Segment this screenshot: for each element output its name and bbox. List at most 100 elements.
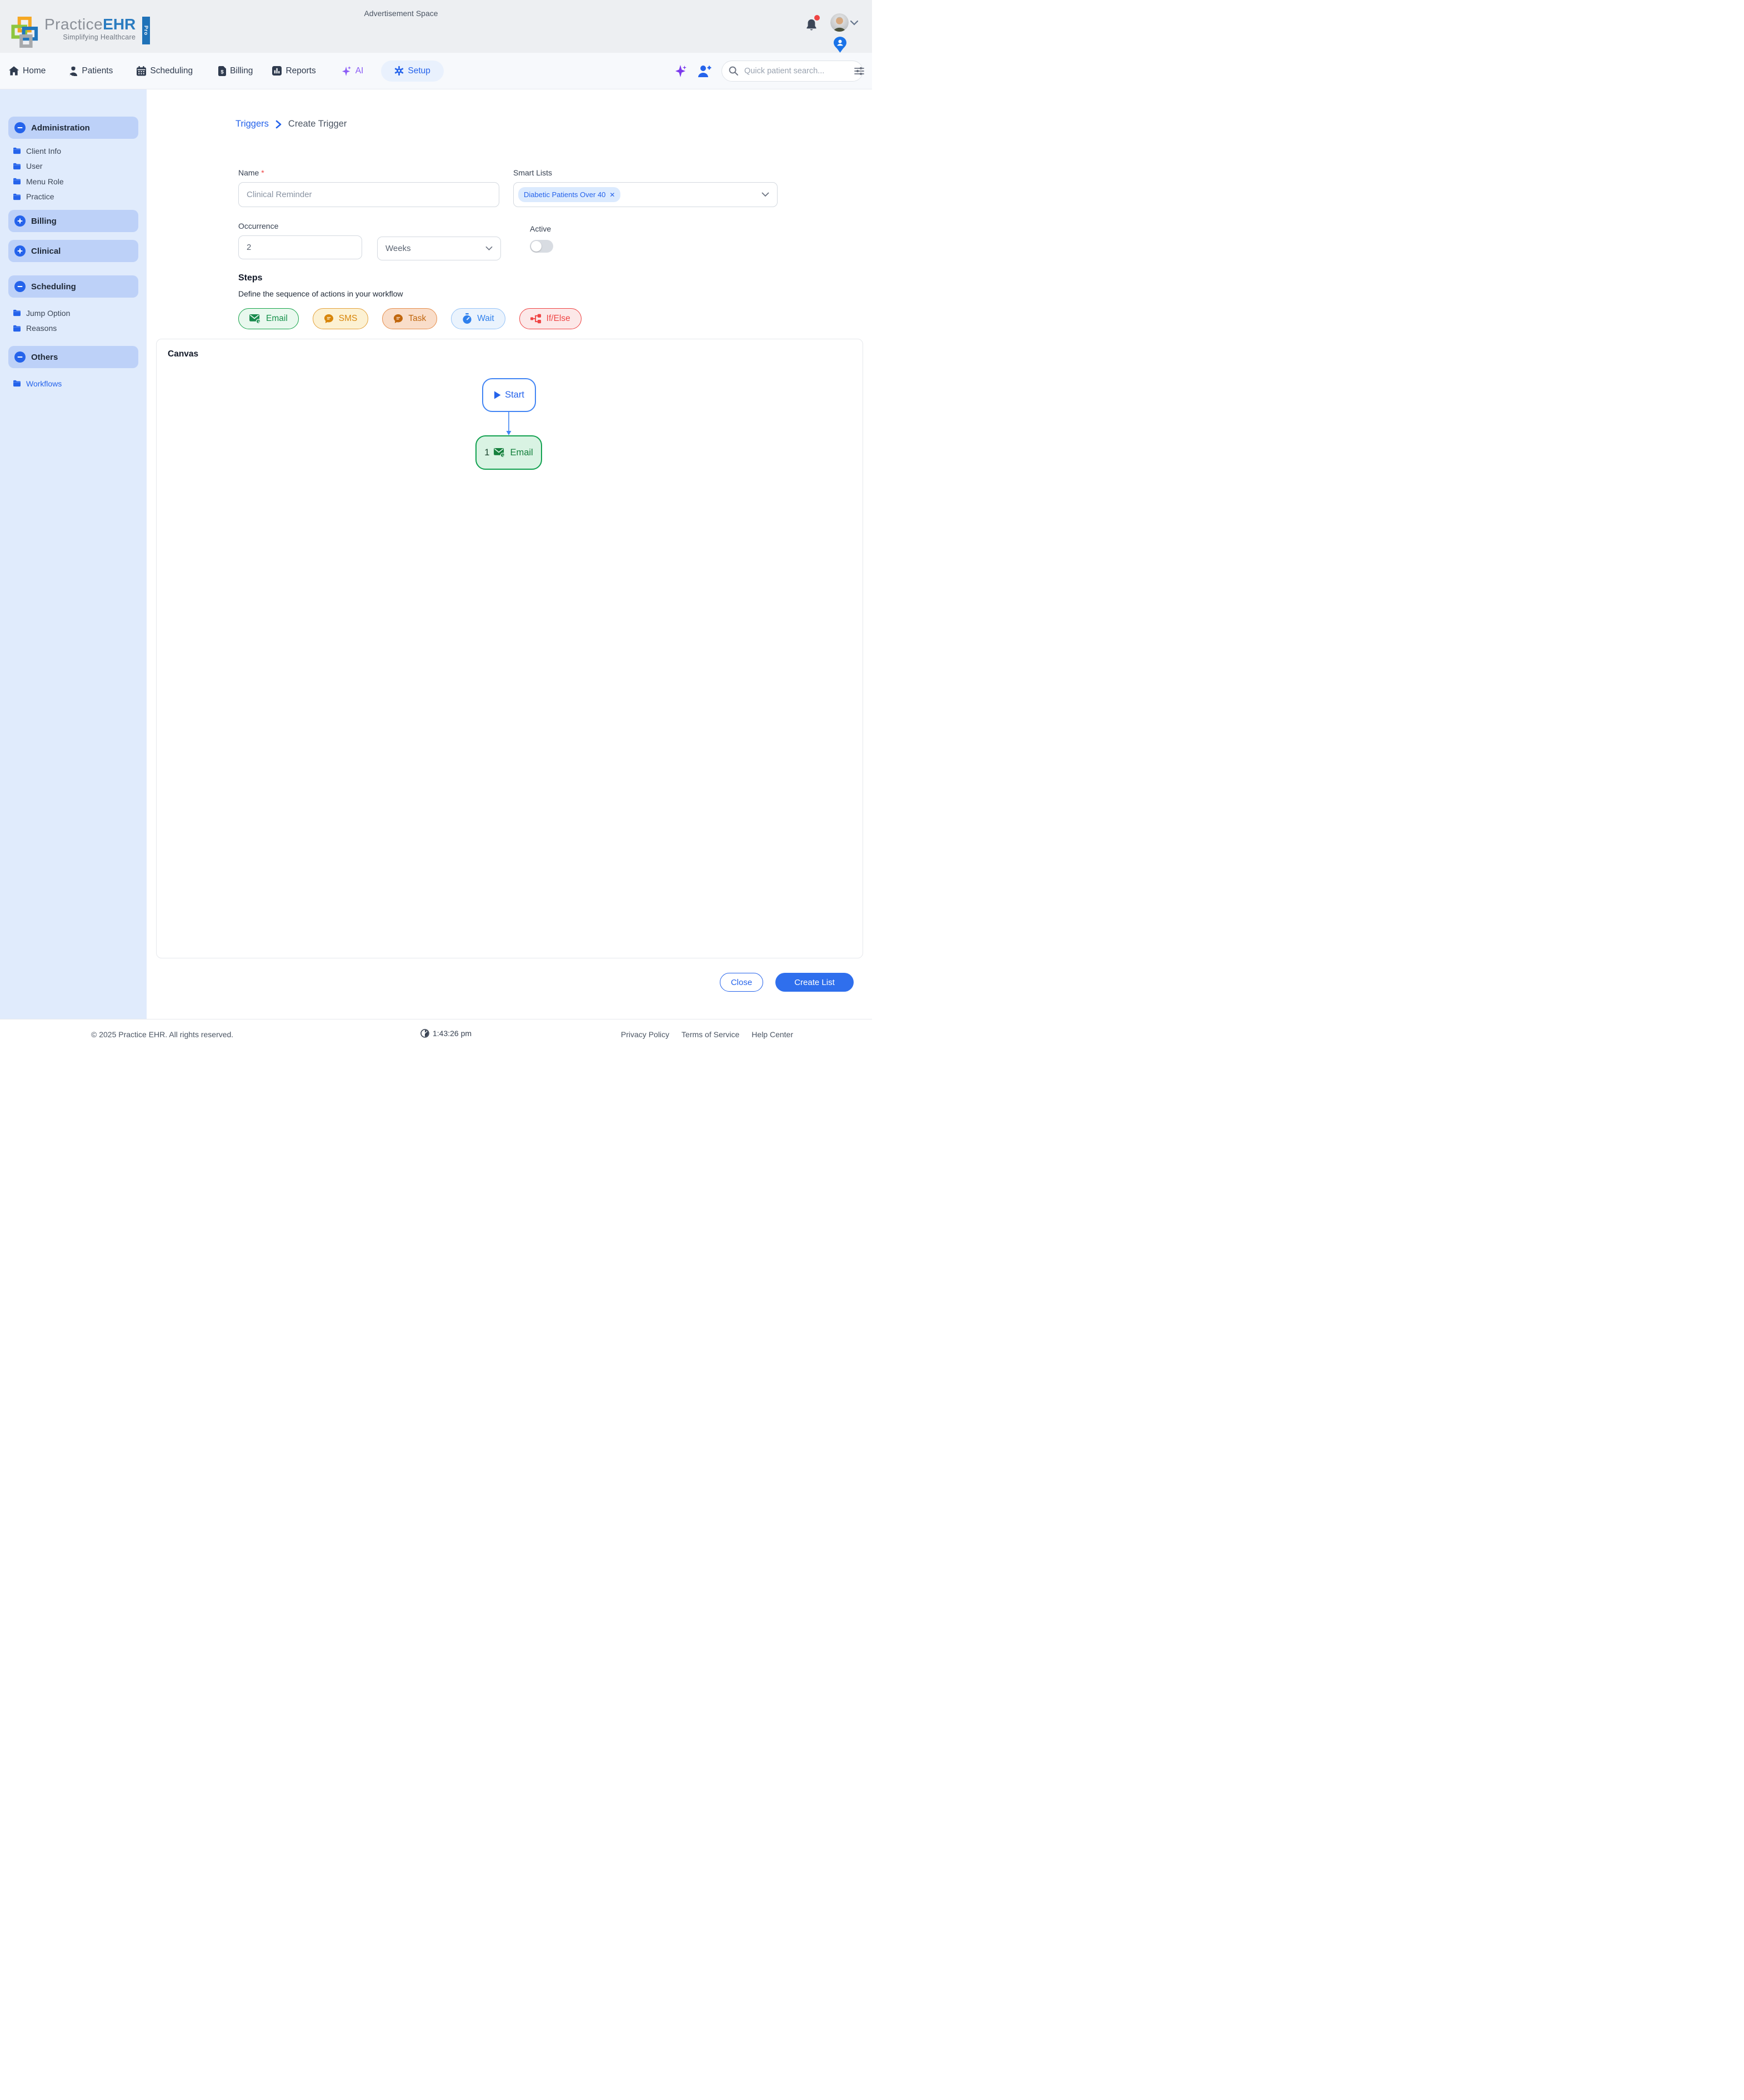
main-content: Triggers Create Trigger Name * Smart Lis… bbox=[147, 89, 872, 1019]
sidebar-section-billing[interactable]: Billing bbox=[8, 210, 138, 232]
sidebar-item-practice[interactable]: Practice bbox=[13, 189, 138, 205]
chip-remove-icon[interactable]: ✕ bbox=[609, 191, 615, 199]
user-menu-chevron-icon[interactable] bbox=[850, 20, 859, 26]
nav-label: Patients bbox=[82, 66, 113, 76]
close-button[interactable]: Close bbox=[720, 973, 763, 992]
sidebar-item-user[interactable]: User bbox=[13, 159, 138, 174]
folder-icon bbox=[13, 163, 21, 170]
step-label: Wait bbox=[477, 314, 494, 324]
create-list-button[interactable]: Create List bbox=[775, 973, 854, 992]
quick-patient-search[interactable] bbox=[721, 61, 863, 82]
workflow-node-start[interactable]: Start bbox=[482, 378, 536, 412]
active-toggle[interactable] bbox=[530, 240, 553, 253]
step-sms-button[interactable]: SMS bbox=[313, 308, 369, 329]
sidebar-item-label: User bbox=[26, 162, 43, 170]
setup-sidebar: Administration Client Info User Menu Rol… bbox=[0, 89, 147, 1019]
nav-item-ai[interactable]: AI bbox=[342, 66, 364, 77]
logo-tagline: Simplifying Healthcare bbox=[44, 33, 136, 41]
step-email-button[interactable]: Email bbox=[238, 308, 299, 329]
nav-item-home[interactable]: Home bbox=[9, 66, 46, 76]
reports-icon bbox=[272, 66, 282, 76]
nav-label: Reports bbox=[285, 66, 315, 76]
search-icon bbox=[729, 66, 738, 76]
sidebar-section-others[interactable]: Others bbox=[8, 346, 138, 368]
help-center-link[interactable]: Help Center bbox=[751, 1030, 793, 1039]
workflow-canvas[interactable]: Canvas Start 1 bbox=[156, 339, 863, 958]
smart-lists-select[interactable]: Diabetic Patients Over 40 ✕ bbox=[513, 182, 778, 207]
home-icon bbox=[9, 66, 19, 76]
expand-plus-icon[interactable] bbox=[14, 245, 26, 257]
sidebar-section-clinical[interactable]: Clinical bbox=[8, 240, 138, 262]
sidebar-item-label: Reasons bbox=[26, 324, 57, 333]
chip-label: Diabetic Patients Over 40 bbox=[524, 190, 605, 199]
email-icon bbox=[494, 448, 505, 458]
smart-lists-label: Smart Lists bbox=[513, 168, 778, 177]
logo-ehr-text: EHR bbox=[103, 17, 136, 32]
folder-icon bbox=[13, 147, 21, 154]
sidebar-item-menu-role[interactable]: Menu Role bbox=[13, 174, 138, 189]
section-label: Clinical bbox=[31, 247, 61, 256]
section-label: Others bbox=[31, 353, 58, 362]
user-avatar[interactable] bbox=[830, 13, 849, 32]
occurrence-value-input[interactable] bbox=[238, 235, 362, 259]
collapse-minus-icon[interactable] bbox=[14, 122, 26, 133]
folder-icon bbox=[13, 193, 21, 200]
sidebar-section-scheduling[interactable]: Scheduling bbox=[8, 275, 138, 298]
step-ifelse-button[interactable]: If/Else bbox=[519, 308, 582, 329]
notifications-bell-icon[interactable] bbox=[805, 18, 818, 32]
folder-icon bbox=[13, 309, 21, 316]
nav-label: AI bbox=[355, 66, 364, 76]
sidebar-item-label: Client Info bbox=[26, 147, 61, 155]
workflow-node-email[interactable]: 1 Email bbox=[475, 435, 542, 470]
expand-plus-icon[interactable] bbox=[14, 215, 26, 227]
nav-item-patients[interactable]: Patients bbox=[69, 66, 113, 76]
smart-list-chip: Diabetic Patients Over 40 ✕ bbox=[518, 187, 620, 202]
step-label: SMS bbox=[339, 314, 358, 324]
section-label: Billing bbox=[31, 217, 57, 226]
sidebar-item-label: Jump Option bbox=[26, 309, 70, 318]
toggle-knob bbox=[531, 241, 542, 252]
practice-ehr-logo[interactable]: PracticeEHR Simplifying Healthcare Pro bbox=[11, 17, 150, 48]
sidebar-item-reasons[interactable]: Reasons bbox=[13, 321, 138, 336]
privacy-policy-link[interactable]: Privacy Policy bbox=[621, 1030, 669, 1039]
nav-label: Setup bbox=[408, 66, 430, 76]
search-input[interactable] bbox=[743, 66, 849, 76]
terms-of-service-link[interactable]: Terms of Service bbox=[681, 1030, 739, 1039]
logo-text: PracticeEHR Simplifying Healthcare bbox=[44, 17, 136, 41]
nav-item-scheduling[interactable]: Scheduling bbox=[137, 66, 193, 76]
node-index: 1 bbox=[484, 448, 489, 458]
sidebar-item-workflows[interactable]: Workflows bbox=[13, 376, 138, 391]
steps-section: Steps Define the sequence of actions in … bbox=[238, 273, 582, 329]
step-task-button[interactable]: Task bbox=[382, 308, 437, 329]
occurrence-unit-select[interactable]: Weeks bbox=[377, 237, 501, 260]
occurrence-unit-value: Weeks bbox=[385, 244, 411, 253]
sidebar-section-administration[interactable]: Administration bbox=[8, 117, 138, 139]
sparkle-icon[interactable] bbox=[674, 64, 688, 78]
advertisement-space: Advertisement Space bbox=[364, 9, 438, 18]
filter-sliders-icon[interactable] bbox=[854, 67, 864, 76]
folder-icon bbox=[13, 325, 21, 332]
nav-label: Billing bbox=[230, 66, 253, 76]
time-text: 1:43:26 pm bbox=[433, 1029, 472, 1038]
step-wait-button[interactable]: Wait bbox=[451, 308, 505, 329]
nav-item-billing[interactable]: $ Billing bbox=[218, 66, 253, 76]
clock-icon bbox=[420, 1029, 429, 1038]
play-icon bbox=[494, 391, 501, 399]
location-pin-icon[interactable] bbox=[834, 37, 846, 53]
task-chat-icon bbox=[393, 314, 403, 324]
breadcrumb-triggers-link[interactable]: Triggers bbox=[235, 119, 269, 129]
copyright-text: © 2025 Practice EHR. All rights reserved… bbox=[91, 1030, 233, 1039]
collapse-minus-icon[interactable] bbox=[14, 351, 26, 363]
notification-badge bbox=[814, 15, 820, 21]
nav-item-reports[interactable]: Reports bbox=[272, 66, 315, 76]
nav-item-setup[interactable]: Setup bbox=[381, 61, 444, 82]
trigger-name-input[interactable] bbox=[238, 182, 499, 207]
node-label: Email bbox=[510, 448, 533, 458]
collapse-minus-icon[interactable] bbox=[14, 281, 26, 292]
practice-ehr-app: PracticeEHR Simplifying Healthcare Pro A… bbox=[0, 0, 872, 1050]
canvas-title: Canvas bbox=[168, 349, 198, 359]
nav-label: Home bbox=[23, 66, 46, 76]
sidebar-item-jump-option[interactable]: Jump Option bbox=[13, 305, 138, 321]
add-patient-icon[interactable] bbox=[698, 65, 711, 77]
sidebar-item-client-info[interactable]: Client Info bbox=[13, 143, 138, 159]
